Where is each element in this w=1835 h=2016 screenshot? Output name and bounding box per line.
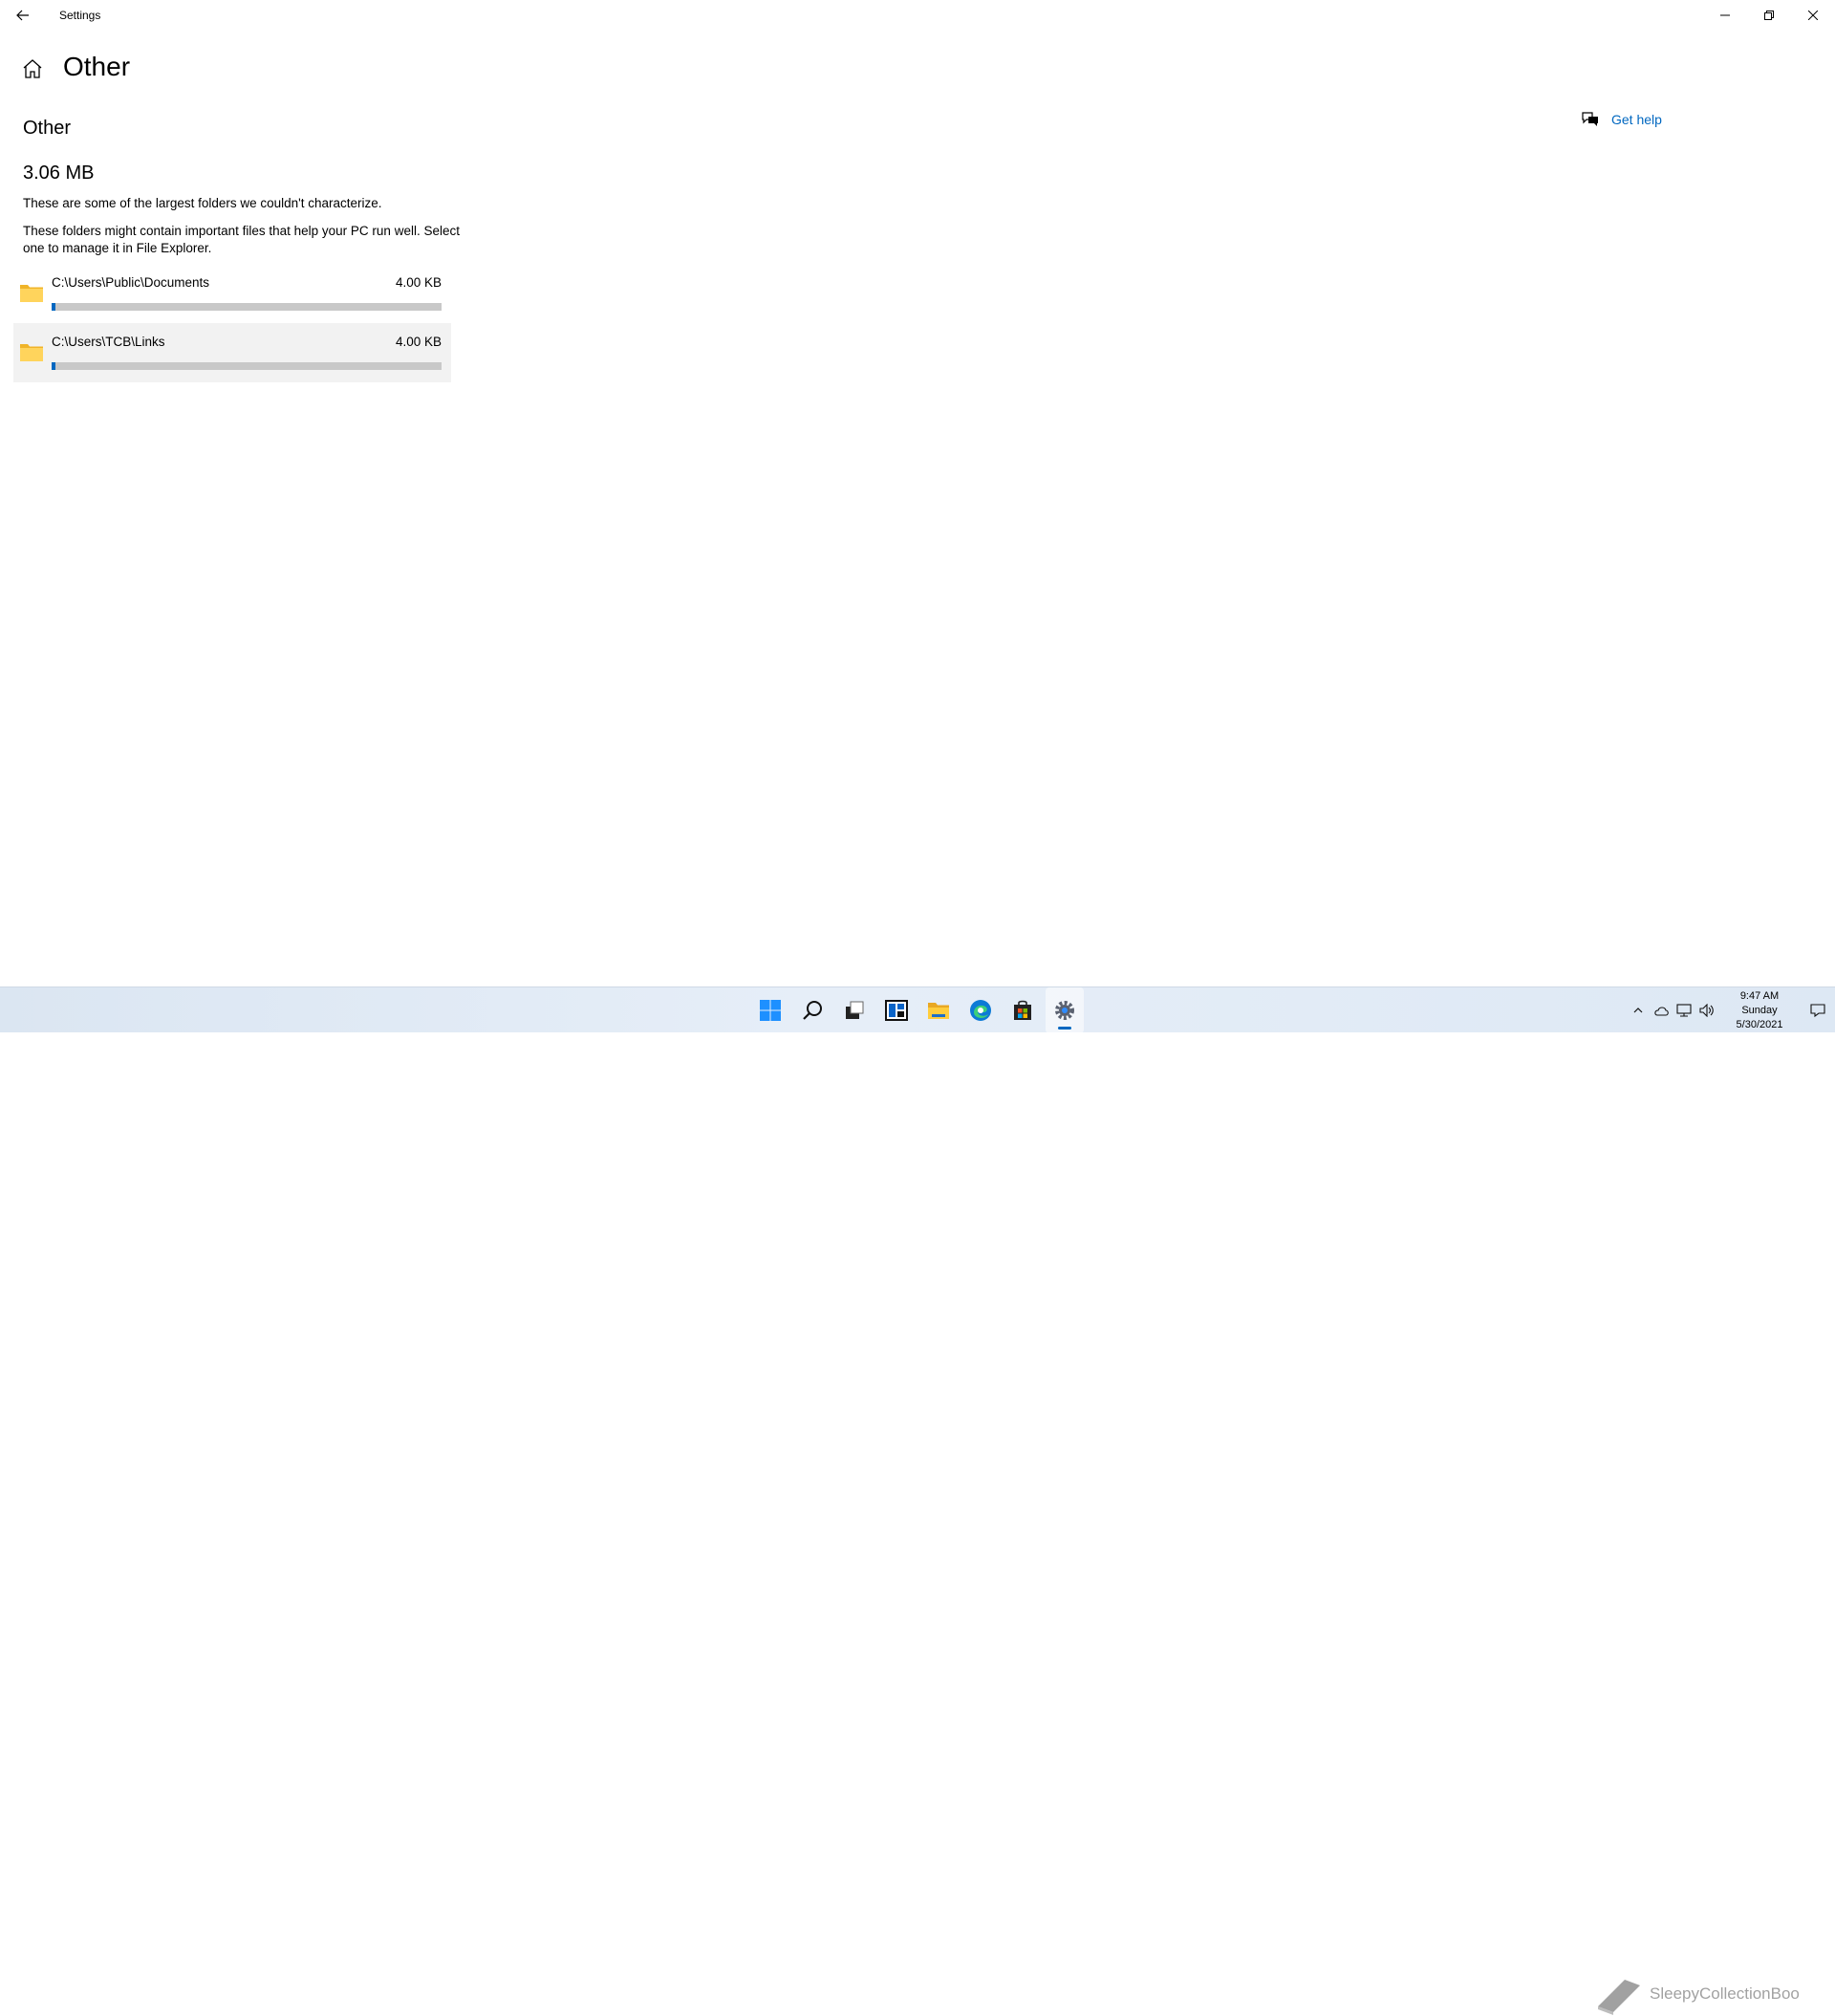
- folder-size: 4.00 KB: [395, 275, 442, 290]
- settings-icon: [1055, 1001, 1074, 1020]
- folder-item-tcb-links[interactable]: C:\Users\TCB\Links 4.00 KB: [13, 323, 451, 382]
- tray-onedrive[interactable]: [1650, 987, 1673, 1033]
- start-icon: [760, 1000, 781, 1021]
- folder-size: 4.00 KB: [395, 335, 442, 349]
- system-tray: 9:47 AM Sunday 5/30/2021: [1627, 987, 1835, 1033]
- usage-bar-fill: [52, 362, 56, 370]
- taskbar-task-view[interactable]: [835, 987, 874, 1033]
- taskbar-store[interactable]: [1004, 987, 1042, 1033]
- usage-bar: [52, 362, 442, 370]
- home-icon: [23, 59, 42, 78]
- folder-list: C:\Users\Public\Documents 4.00 KB C:\Use…: [13, 264, 451, 382]
- folder-item-public-documents[interactable]: C:\Users\Public\Documents 4.00 KB: [13, 264, 451, 323]
- app-title: Settings: [59, 9, 101, 22]
- get-help-label: Get help: [1611, 112, 1662, 127]
- home-button[interactable]: [21, 57, 44, 80]
- clock-date: 5/30/2021: [1736, 1018, 1783, 1030]
- network-icon: [1676, 1004, 1692, 1017]
- widgets-icon: [885, 1000, 908, 1021]
- notification-icon: [1810, 1004, 1825, 1018]
- chevron-up-icon: [1633, 1008, 1643, 1013]
- get-help-link[interactable]: Get help: [1581, 111, 1662, 128]
- back-arrow-icon: [16, 10, 29, 21]
- book-logo-icon: [1598, 1980, 1640, 2015]
- chat-help-icon: [1582, 112, 1598, 126]
- section-title: Other: [23, 118, 72, 139]
- page-title: Other: [63, 52, 131, 81]
- title-bar: Settings: [0, 0, 1835, 31]
- folder-path: C:\Users\Public\Documents: [52, 275, 210, 290]
- taskbar-start[interactable]: [751, 987, 789, 1033]
- taskbar-clock[interactable]: 9:47 AM Sunday 5/30/2021: [1718, 987, 1801, 1033]
- window-controls: [1703, 0, 1835, 31]
- description-text: These are some of the largest folders we…: [23, 196, 382, 210]
- cloud-icon: [1654, 1006, 1669, 1016]
- edge-icon: [970, 1000, 991, 1021]
- taskbar-edge[interactable]: [961, 987, 1000, 1033]
- file-explorer-icon: [928, 1003, 949, 1019]
- clock-day: Sunday: [1741, 1004, 1778, 1016]
- taskbar-search[interactable]: [793, 987, 831, 1033]
- close-button[interactable]: [1791, 0, 1835, 31]
- tray-volume[interactable]: [1695, 987, 1718, 1033]
- taskbar-settings[interactable]: [1046, 987, 1084, 1033]
- notification-center-button[interactable]: [1801, 987, 1835, 1033]
- volume-icon: [1699, 1004, 1714, 1017]
- restore-button[interactable]: [1747, 0, 1791, 31]
- taskbar-apps: [751, 987, 1084, 1033]
- tray-overflow-button[interactable]: [1627, 987, 1650, 1033]
- total-size: 3.06 MB: [23, 163, 95, 184]
- taskbar-widgets[interactable]: [877, 987, 916, 1033]
- taskbar-file-explorer[interactable]: [919, 987, 958, 1033]
- folder-icon: [20, 344, 43, 361]
- back-button[interactable]: [8, 0, 38, 31]
- restore-icon: [1764, 11, 1774, 20]
- task-view-icon: [846, 1001, 864, 1019]
- usage-bar: [52, 303, 442, 311]
- description-text-secondary: These folders might contain important fi…: [23, 224, 460, 255]
- folder-path: C:\Users\TCB\Links: [52, 335, 165, 349]
- watermark-text: SleepyCollectionBoo: [1650, 1984, 1800, 2003]
- usage-bar-fill: [52, 303, 56, 311]
- store-icon: [1014, 1000, 1031, 1020]
- clock-time: 9:47 AM: [1739, 989, 1780, 1002]
- taskbar: 9:47 AM Sunday 5/30/2021 SleepyCollectio…: [0, 986, 1835, 2015]
- tray-network[interactable]: [1673, 987, 1695, 1033]
- folder-icon: [20, 285, 43, 302]
- watermark: SleepyCollectionBoo: [1594, 1972, 1800, 2016]
- search-icon: [803, 1001, 822, 1020]
- minimize-icon: [1720, 14, 1730, 16]
- close-icon: [1808, 11, 1818, 20]
- minimize-button[interactable]: [1703, 0, 1747, 31]
